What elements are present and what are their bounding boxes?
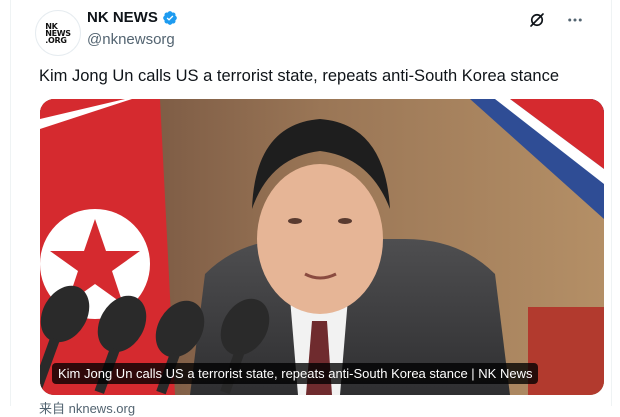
account-name-row[interactable]: NK NEWS [87, 9, 178, 26]
news-photo [40, 99, 604, 395]
verified-badge-icon [163, 10, 177, 25]
tweet-actions [527, 10, 585, 30]
tweet-text: Kim Jong Un calls US a terrorist state, … [39, 67, 559, 85]
account-handle[interactable]: @nknewsorg [87, 31, 175, 48]
card-caption: Kim Jong Un calls US a terrorist state, … [52, 363, 539, 384]
more-horizontal-icon[interactable] [565, 10, 585, 30]
display-name[interactable]: NK NEWS [87, 9, 158, 26]
avatar-logo-text: NK NEWS .ORG [45, 21, 71, 45]
avatar[interactable]: NK NEWS .ORG [35, 10, 81, 56]
link-card-image[interactable]: Kim Jong Un calls US a terrorist state, … [40, 99, 604, 395]
tweet-card[interactable]: NK NEWS .ORG NK NEWS @nknewsorg Kim Jong… [10, 0, 612, 416]
grok-icon[interactable] [527, 10, 547, 30]
card-source-domain[interactable]: 来自 nknews.org [39, 398, 135, 417]
